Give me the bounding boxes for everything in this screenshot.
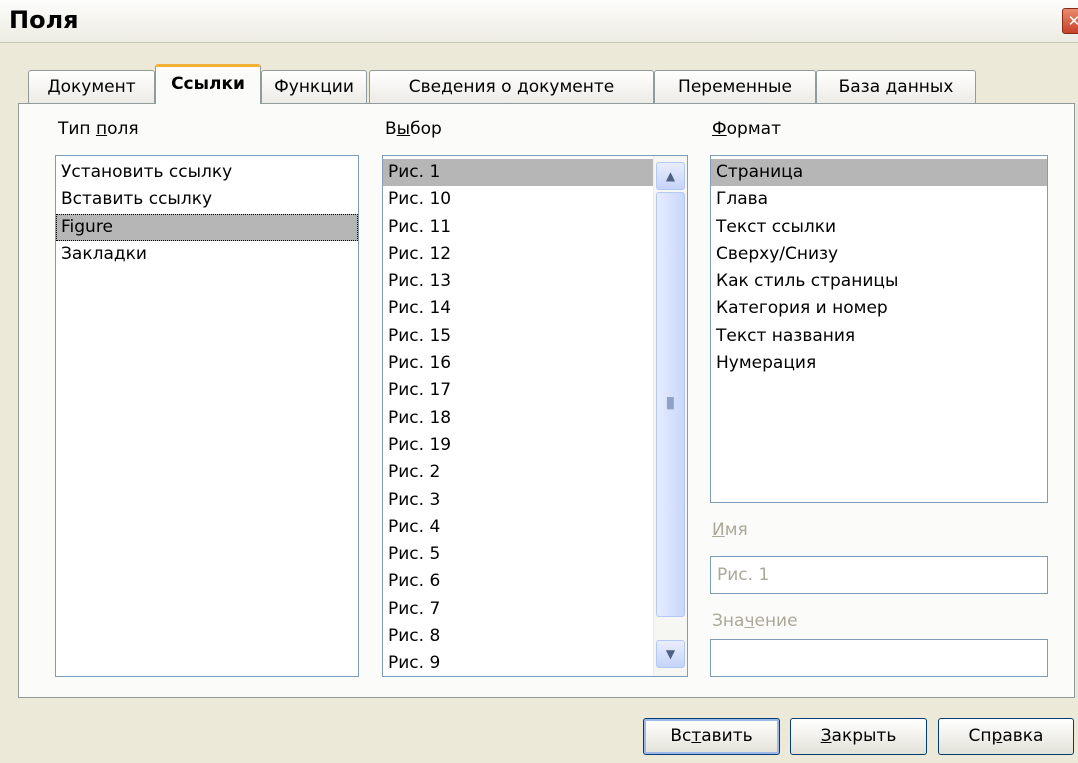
list-item[interactable]: Figure: [56, 213, 358, 241]
tab-document-info[interactable]: Сведения о документе: [369, 70, 654, 103]
list-item[interactable]: Рис. 11: [383, 214, 654, 241]
list-item[interactable]: Вставить ссылку: [56, 186, 358, 213]
list-item[interactable]: Рис. 19: [383, 432, 654, 459]
close-button[interactable]: Закрыть: [790, 718, 927, 755]
name-field[interactable]: Рис. 1: [710, 556, 1048, 594]
list-item[interactable]: Рис. 12: [383, 241, 654, 268]
tab-document[interactable]: Документ: [28, 70, 155, 103]
field-type-list[interactable]: Установить ссылку Вставить ссылку Figure За…: [55, 155, 359, 677]
list-item[interactable]: Страница: [711, 159, 1047, 187]
grip-icon: ▬ ▬ ▬ ▬: [666, 394, 675, 413]
list-item[interactable]: Рис. 1: [383, 159, 654, 187]
list-item[interactable]: Рис. 13: [383, 268, 654, 295]
list-item[interactable]: Нумерация: [711, 350, 1047, 377]
list-item[interactable]: Категория и номер: [711, 295, 1047, 322]
title-bar: Поля ✕: [0, 0, 1078, 43]
list-item[interactable]: Закладки: [56, 241, 358, 268]
format-label: Формат: [712, 119, 781, 139]
list-item[interactable]: Рис. 5: [383, 541, 654, 568]
list-item[interactable]: Рис. 9: [383, 650, 654, 676]
tab-database[interactable]: База данных: [816, 70, 976, 103]
selection-list[interactable]: Рис. 1 Рис. 10 Рис. 11 Рис. 12 Рис. 13 Рис. 1…: [382, 155, 688, 677]
tab-references[interactable]: Ссылки: [155, 64, 261, 104]
help-button[interactable]: Справка: [938, 718, 1074, 755]
list-item[interactable]: Рис. 18: [383, 405, 654, 432]
scroll-thumb[interactable]: ▬ ▬ ▬ ▬: [656, 192, 685, 617]
list-item[interactable]: Рис. 8: [383, 623, 654, 650]
list-item[interactable]: Текст названия: [711, 323, 1047, 350]
list-item[interactable]: Рис. 15: [383, 323, 654, 350]
window-title: Поля: [9, 6, 79, 34]
list-item[interactable]: Рис. 7: [383, 596, 654, 623]
tab-variables[interactable]: Переменные: [654, 70, 816, 103]
list-item[interactable]: Рис. 6: [383, 568, 654, 595]
value-field[interactable]: [710, 639, 1048, 677]
chevron-up-icon[interactable]: ▲: [656, 162, 685, 190]
list-item[interactable]: Текст ссылки: [711, 214, 1047, 241]
list-item[interactable]: Рис. 17: [383, 377, 654, 404]
insert-button[interactable]: Вставить: [643, 718, 780, 755]
list-item[interactable]: Рис. 14: [383, 295, 654, 322]
value-label: Значение: [712, 611, 798, 631]
chevron-down-icon[interactable]: ▼: [656, 640, 685, 668]
close-icon[interactable]: ✕: [1062, 8, 1078, 34]
list-item[interactable]: Рис. 4: [383, 514, 654, 541]
list-item[interactable]: Рис. 3: [383, 487, 654, 514]
list-item[interactable]: Рис. 2: [383, 459, 654, 486]
list-item[interactable]: Сверху/Снизу: [711, 241, 1047, 268]
field-type-label: Тип поля: [58, 119, 139, 139]
list-item[interactable]: Установить ссылку: [56, 159, 358, 186]
list-item[interactable]: Рис. 10: [383, 186, 654, 213]
selection-scrollbar[interactable]: ▲ ▬ ▬ ▬ ▬ ▼: [653, 156, 687, 676]
selection-label: Выбор: [385, 119, 442, 139]
list-item[interactable]: Глава: [711, 186, 1047, 213]
name-label: Имя: [712, 520, 748, 540]
list-item[interactable]: Как стиль страницы: [711, 268, 1047, 295]
tab-functions[interactable]: Функции: [261, 70, 367, 103]
format-list[interactable]: Страница Глава Текст ссылки Сверху/Снизу Как…: [710, 155, 1048, 503]
list-item[interactable]: Рис. 16: [383, 350, 654, 377]
